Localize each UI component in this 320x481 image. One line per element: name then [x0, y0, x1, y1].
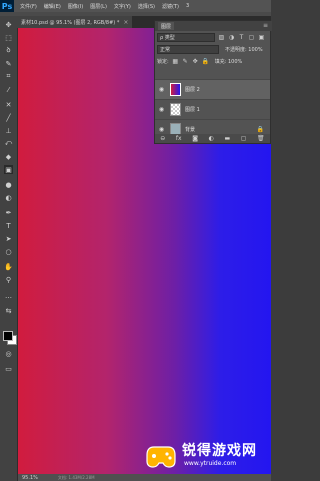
toolbar: ✥ ⬚ ꝺ ✎ ⌗ ⁄ ✕ ╱ ⊥ ⤺ ◆ ▣ ● ◐ ✒ T ➤ ○ ✋ ⚲ … — [0, 16, 18, 481]
image-filter-icon[interactable]: ▨ — [218, 34, 225, 41]
menu-type[interactable]: 文字(Y) — [114, 3, 131, 10]
type-icon[interactable]: T — [4, 221, 13, 230]
visibility-eye-icon[interactable]: ◉ — [157, 86, 166, 93]
menu-image[interactable]: 图像(I) — [68, 3, 83, 10]
visibility-eye-icon[interactable]: ◉ — [157, 126, 166, 133]
menu-select[interactable]: 选择(S) — [138, 3, 155, 10]
lock-label: 锁定: — [157, 59, 169, 65]
filter-kind-dropdown[interactable]: ρ 类型 — [157, 33, 215, 42]
new-layer-icon[interactable]: ▢ — [241, 135, 247, 142]
swap-colors-icon[interactable]: ⇆ — [4, 306, 13, 315]
shape-icon[interactable]: ○ — [4, 247, 13, 256]
quick-mask-icon[interactable]: ◎ — [4, 349, 13, 358]
zoom-icon[interactable]: ⚲ — [4, 275, 13, 284]
add-mask-icon[interactable]: ◙ — [192, 135, 198, 142]
document-tab-title: 素材10.psd @ 95.1% (图层 2, RGB/8#) * — [21, 19, 120, 26]
type-filter-icon[interactable]: T — [238, 34, 245, 41]
lock-icon: 🔒 — [256, 126, 264, 133]
status-bar: 95.1% 文档: 1.43M/2.28M — [18, 474, 271, 481]
menu-edit[interactable]: 编辑(E) — [44, 3, 61, 10]
foreground-color-swatch[interactable] — [3, 331, 13, 341]
path-select-icon[interactable]: ➤ — [4, 234, 13, 243]
layer-name[interactable]: 背景 — [185, 126, 195, 133]
layer-name[interactable]: 图层 2 — [185, 86, 200, 93]
menu-file[interactable]: 文件(F) — [20, 3, 37, 10]
visibility-eye-icon[interactable]: ◉ — [157, 106, 166, 113]
link-layers-icon[interactable]: ⊖ — [160, 135, 165, 142]
marquee-icon[interactable]: ⬚ — [4, 33, 13, 42]
adjustment-layer-icon[interactable]: ◐ — [209, 135, 214, 142]
close-icon[interactable]: × — [123, 19, 128, 26]
menu-filter[interactable]: 滤镜(T) — [162, 3, 179, 10]
layer-thumbnail — [170, 103, 181, 116]
layer-thumbnail — [170, 83, 181, 96]
gradient-icon[interactable]: ▣ — [4, 165, 13, 174]
pen-icon[interactable]: ✒ — [4, 208, 13, 217]
stamp-icon[interactable]: ⊥ — [4, 126, 13, 135]
menu-3d[interactable]: 3 — [186, 3, 189, 9]
watermark-url: www.ytruide.com — [184, 460, 237, 467]
watermark: 锐得游戏网 www.ytruide.com — [144, 438, 269, 472]
blend-row: 正常 不透明度: 100% — [157, 45, 268, 54]
lock-position-icon[interactable]: ✥ — [192, 58, 199, 65]
menu-bar: Ps 文件(F) 编辑(E) 图像(I) 图层(L) 文字(Y) 选择(S) 滤… — [0, 0, 271, 12]
fill-field[interactable]: 填充: 100% — [215, 58, 243, 65]
tab-layers[interactable]: 图层 — [158, 22, 175, 30]
panel-footer: ⊖ fx ◙ ◐ ▬ ▢ 🗑 — [155, 134, 270, 143]
layer-filter-row: ρ 类型 ▨ ◑ T ▢ ▣ — [157, 33, 268, 42]
document-tab[interactable]: 素材10.psd @ 95.1% (图层 2, RGB/8#) * × — [17, 16, 133, 28]
smart-object-filter-icon[interactable]: ▣ — [258, 34, 265, 41]
lock-row: 锁定: ▦ ✎ ✥ 🔒 填充: 100% — [157, 57, 268, 66]
layer-row-layer2[interactable]: ◉ 图层 2 — [155, 79, 270, 99]
lock-pixels-icon[interactable]: ▦ — [172, 58, 179, 65]
blend-mode-dropdown[interactable]: 正常 — [157, 45, 219, 54]
layer-row-layer1[interactable]: ◉ 图层 1 — [155, 99, 270, 119]
healing-icon[interactable]: ✕ — [4, 100, 13, 109]
lock-paint-icon[interactable]: ✎ — [182, 58, 189, 65]
dodge-icon[interactable]: ◐ — [4, 193, 13, 202]
panel-tab-bar: 图层 ≡ — [155, 21, 272, 31]
screen-mode-icon[interactable]: ▭ — [4, 364, 13, 373]
watermark-title: 锐得游戏网 — [182, 443, 257, 459]
new-group-icon[interactable]: ▬ — [224, 135, 230, 142]
layer-name[interactable]: 图层 1 — [185, 106, 200, 113]
zoom-level[interactable]: 95.1% — [22, 475, 38, 481]
delete-layer-icon[interactable]: 🗑 — [257, 135, 265, 142]
move-icon[interactable]: ✥ — [4, 20, 13, 29]
history-brush-icon[interactable]: ⤺ — [4, 139, 13, 148]
layer-style-icon[interactable]: fx — [176, 135, 182, 142]
blur-icon[interactable]: ● — [4, 180, 13, 189]
opacity-field[interactable]: 不透明度: 100% — [225, 46, 263, 53]
hand-icon[interactable]: ✋ — [4, 262, 13, 271]
layers-panel: 图层 ≡ ρ 类型 ▨ ◑ T ▢ ▣ 正常 不透明度: 100% 锁定: ▦ … — [154, 20, 272, 144]
eraser-icon[interactable]: ◆ — [4, 152, 13, 161]
eyedropper-icon[interactable]: ⁄ — [4, 85, 13, 94]
panel-menu-icon[interactable]: ≡ — [263, 22, 268, 29]
document-size: 文档: 1.43M/2.28M — [57, 474, 95, 480]
quick-select-icon[interactable]: ✎ — [4, 59, 13, 68]
brush-icon[interactable]: ╱ — [4, 113, 13, 122]
shape-filter-icon[interactable]: ▢ — [248, 34, 255, 41]
crop-icon[interactable]: ⌗ — [4, 72, 13, 81]
lock-all-icon[interactable]: 🔒 — [201, 58, 208, 65]
lasso-icon[interactable]: ꝺ — [4, 46, 13, 55]
adjustment-filter-icon[interactable]: ◑ — [228, 34, 235, 41]
photoshop-logo: Ps — [0, 0, 14, 12]
gamepad-logo-icon — [146, 446, 176, 468]
more-tools-icon[interactable]: … — [4, 291, 13, 300]
menu-layer[interactable]: 图层(L) — [90, 3, 107, 10]
